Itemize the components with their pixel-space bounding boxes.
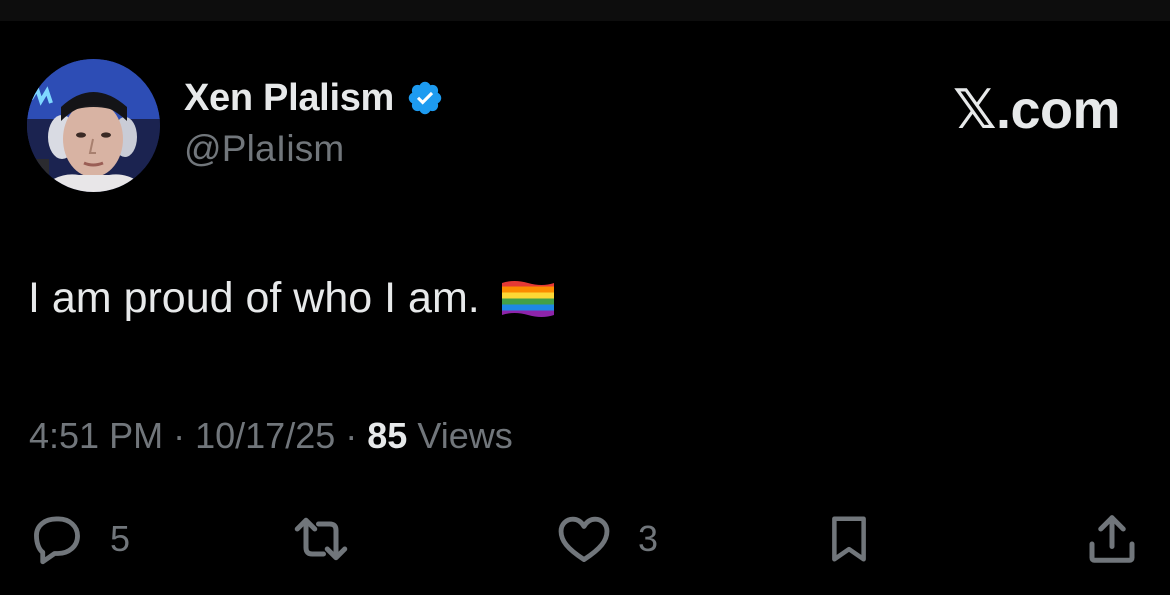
rainbow-flag-icon: [500, 279, 556, 319]
repost-button[interactable]: [287, 509, 355, 569]
tweet-time[interactable]: 4:51 PM: [29, 415, 163, 456]
repost-icon: [287, 509, 355, 569]
author-block: Xen Plalism @PlaIism: [184, 76, 444, 170]
verified-badge-icon: [406, 79, 444, 117]
display-name[interactable]: Xen Plalism: [184, 77, 394, 120]
name-row: Xen Plalism: [184, 76, 444, 120]
tweet-date[interactable]: 10/17/25: [195, 415, 335, 456]
like-button[interactable]: 3: [554, 509, 658, 569]
action-bar: 5 3: [0, 509, 1170, 569]
heart-icon: [554, 510, 614, 568]
brand-label: 𝕏.com: [952, 80, 1121, 140]
meta-separator: ·: [345, 415, 358, 456]
like-count: 3: [638, 518, 659, 559]
tweet-card: Xen Plalism @PlaIism 𝕏.com I am proud of…: [0, 21, 1170, 595]
tweet-text: I am proud of who I am.: [28, 274, 556, 323]
bookmark-button[interactable]: [822, 509, 876, 569]
reply-count: 5: [110, 518, 131, 559]
share-icon: [1082, 509, 1142, 569]
tweet-text-content: I am proud of who I am.: [28, 274, 480, 322]
share-button[interactable]: [1082, 509, 1142, 569]
avatar[interactable]: [27, 59, 160, 192]
views-label: Views: [417, 415, 513, 456]
views-count: 85: [367, 415, 408, 456]
reply-icon: [28, 510, 86, 568]
handle[interactable]: @PlaIism: [184, 128, 444, 170]
top-bar: [0, 0, 1170, 21]
bookmark-icon: [822, 509, 876, 569]
tweet-meta: 4:51 PM · 10/17/25 · 85 Views: [29, 415, 513, 457]
reply-button[interactable]: 5: [28, 509, 130, 569]
meta-separator: ·: [173, 415, 186, 456]
